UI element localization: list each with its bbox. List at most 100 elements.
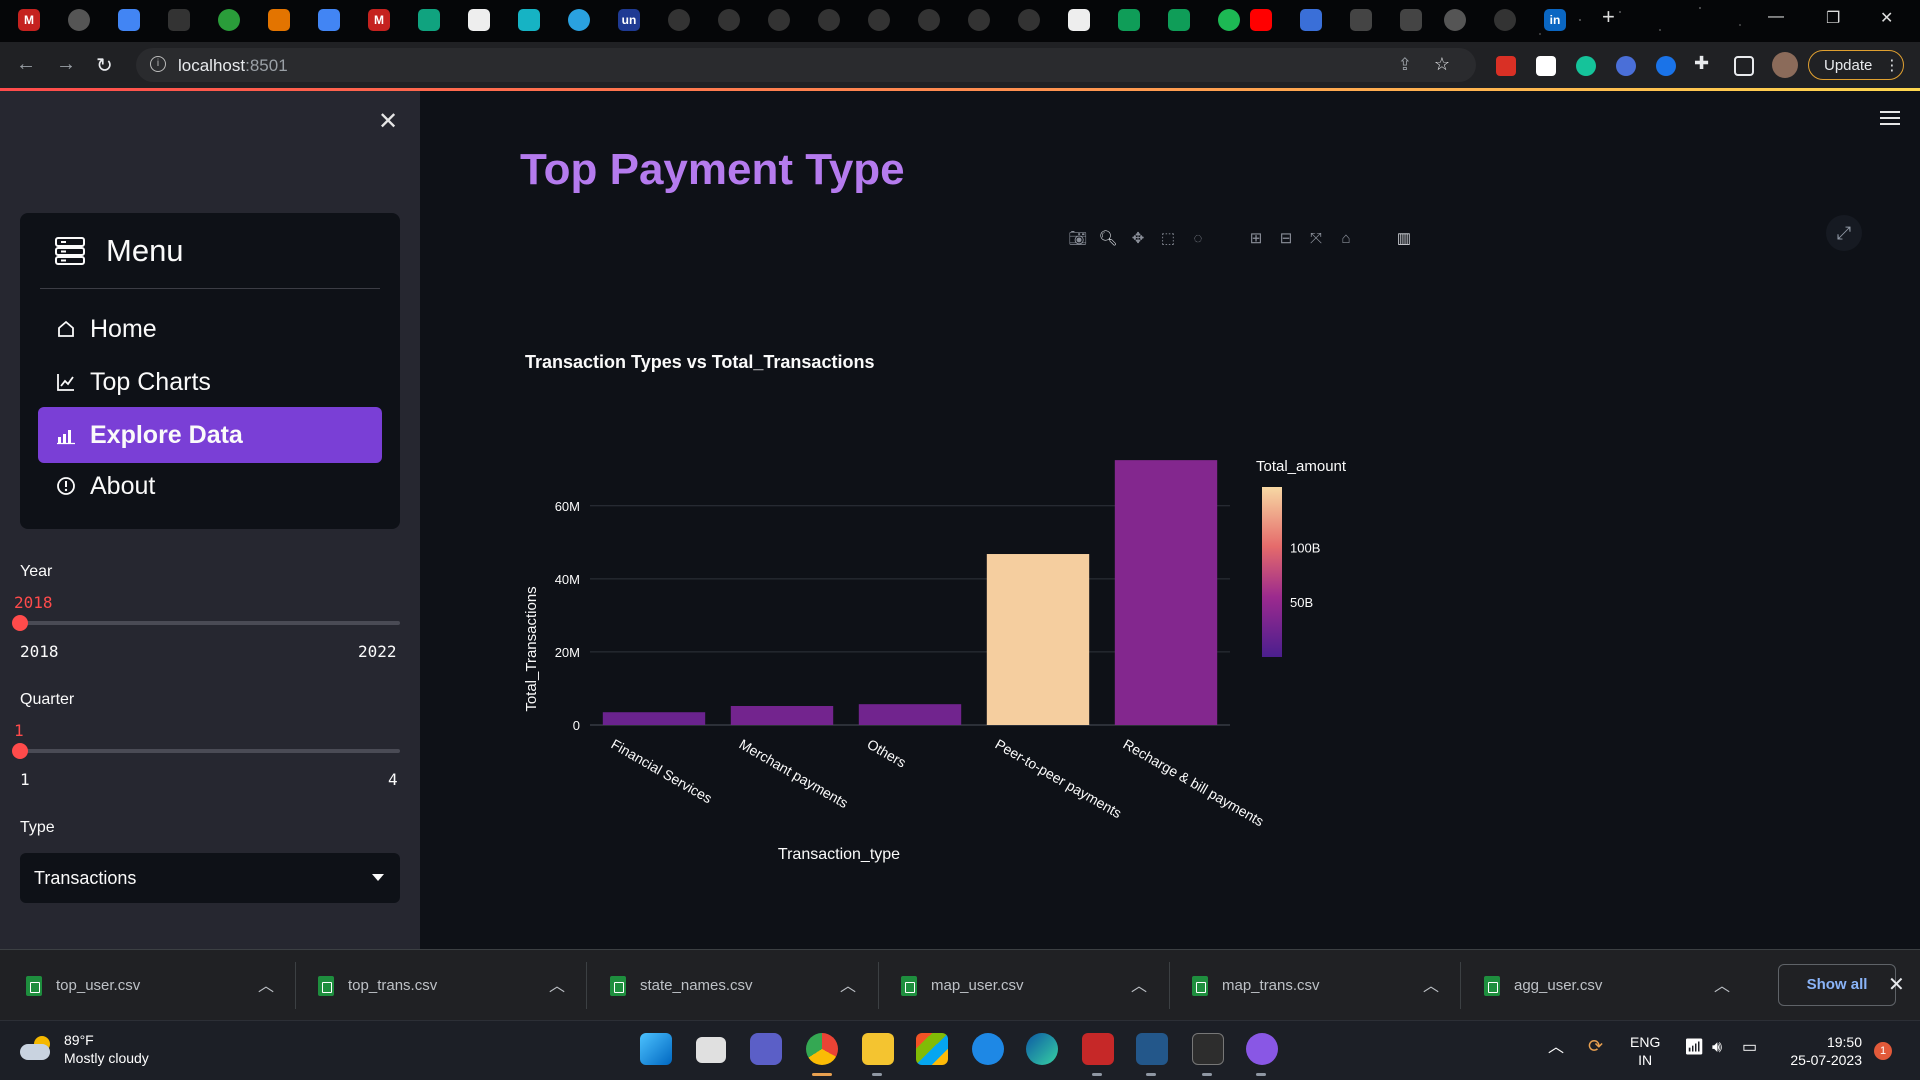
tab-icon[interactable]: un bbox=[618, 9, 640, 31]
zoom-in-icon[interactable]: ⊞ bbox=[1246, 229, 1266, 249]
autoscale-icon[interactable]: ⤧ bbox=[1306, 229, 1326, 249]
minimize-icon[interactable]: — bbox=[1768, 8, 1784, 26]
github-tab-icon[interactable] bbox=[718, 9, 740, 31]
wifi-icon[interactable]: 📶︎ bbox=[1684, 1039, 1704, 1057]
download-item[interactable]: top_trans.csv bbox=[318, 950, 437, 1021]
show-all-button[interactable]: Show all bbox=[1778, 964, 1896, 1006]
type-select[interactable]: Transactions bbox=[20, 853, 400, 903]
quarter-slider-thumb[interactable] bbox=[12, 743, 28, 759]
fullscreen-expand-icon[interactable]: ⤢ bbox=[1826, 215, 1862, 251]
microsoft-store-icon[interactable] bbox=[916, 1033, 948, 1065]
zoom-out-icon[interactable]: ⊟ bbox=[1276, 229, 1296, 249]
edge-icon[interactable] bbox=[1026, 1033, 1058, 1065]
download-item[interactable]: map_trans.csv bbox=[1192, 950, 1320, 1021]
chevron-up-icon[interactable]: ︿ bbox=[1131, 972, 1147, 996]
tab-icon[interactable] bbox=[518, 9, 540, 31]
app-icon[interactable] bbox=[1082, 1033, 1114, 1065]
battery-icon[interactable]: ▭ bbox=[1742, 1039, 1757, 1057]
github-desktop-icon[interactable] bbox=[1246, 1033, 1278, 1065]
close-sidebar-icon[interactable]: ✕ bbox=[378, 107, 398, 136]
clock[interactable]: 19:50 25-07-2023 bbox=[1782, 1033, 1862, 1069]
globe-tab-icon[interactable] bbox=[1444, 9, 1466, 31]
globe-tab-icon[interactable] bbox=[68, 9, 90, 31]
start-windows-icon[interactable] bbox=[640, 1033, 672, 1065]
chevron-up-icon[interactable]: ︿ bbox=[549, 972, 565, 996]
github-tab-icon[interactable] bbox=[868, 9, 890, 31]
back-arrow-icon[interactable]: ← bbox=[16, 53, 36, 76]
lasso-icon[interactable]: ◌ bbox=[1188, 229, 1208, 249]
update-button[interactable]: Update ⋮ bbox=[1808, 50, 1904, 80]
close-downloads-icon[interactable]: ✕ bbox=[1888, 972, 1905, 997]
bar[interactable] bbox=[1114, 460, 1218, 725]
task-view-icon[interactable] bbox=[696, 1037, 726, 1063]
tab-icon[interactable] bbox=[1350, 9, 1372, 31]
github-tab-icon[interactable] bbox=[918, 9, 940, 31]
notification-badge[interactable]: 1 bbox=[1874, 1042, 1892, 1060]
volume-icon[interactable]: 🔊︎ bbox=[1712, 1039, 1722, 1057]
download-item[interactable]: state_names.csv bbox=[610, 950, 753, 1021]
pan-icon[interactable]: ✥ bbox=[1128, 229, 1148, 249]
mysql-workbench-icon[interactable] bbox=[1136, 1033, 1168, 1065]
tab-icon[interactable] bbox=[1218, 9, 1240, 31]
zoom-icon[interactable]: 🔍︎ bbox=[1098, 229, 1118, 249]
github-tab-icon[interactable] bbox=[818, 9, 840, 31]
docs-tab-icon[interactable] bbox=[118, 9, 140, 31]
download-item[interactable]: agg_user.csv bbox=[1484, 950, 1602, 1021]
github-tab-icon[interactable] bbox=[968, 9, 990, 31]
extension-icon[interactable] bbox=[1536, 56, 1556, 76]
close-window-icon[interactable]: ✕ bbox=[1880, 8, 1893, 28]
sync-icon[interactable]: ⟳ bbox=[1588, 1037, 1603, 1055]
camera-icon[interactable]: 📷︎ bbox=[1068, 229, 1088, 249]
year-slider-track[interactable] bbox=[20, 621, 400, 625]
github-tab-icon[interactable] bbox=[768, 9, 790, 31]
share-icon[interactable]: ⇪ bbox=[1398, 55, 1412, 75]
teams-chat-icon[interactable] bbox=[750, 1033, 782, 1065]
new-tab-icon[interactable]: + bbox=[1602, 4, 1615, 30]
reset-axes-home-icon[interactable]: ⌂ bbox=[1336, 229, 1356, 249]
gmail-tab-icon[interactable]: M bbox=[18, 9, 40, 31]
plotly-logo-icon[interactable]: ▥ bbox=[1394, 229, 1414, 249]
drive-tab-icon[interactable] bbox=[1118, 9, 1140, 31]
menu-item-top-charts[interactable]: Top Charts bbox=[38, 356, 382, 408]
docs-tab-icon[interactable] bbox=[318, 9, 340, 31]
download-item[interactable]: map_user.csv bbox=[901, 950, 1024, 1021]
puzzle-extensions-icon[interactable]: ✚ bbox=[1694, 53, 1709, 74]
chevron-up-tray-icon[interactable]: ︿ bbox=[1548, 1039, 1564, 1057]
tab-icon[interactable] bbox=[1300, 9, 1322, 31]
extension-icon[interactable] bbox=[1496, 56, 1516, 76]
youtube-tab-icon[interactable] bbox=[1250, 9, 1272, 31]
gmail-tab-icon[interactable]: M bbox=[368, 9, 390, 31]
telegram-tab-icon[interactable] bbox=[568, 9, 590, 31]
side-panel-icon[interactable] bbox=[1734, 56, 1754, 76]
reload-icon[interactable]: ↻ bbox=[96, 53, 113, 78]
chevron-up-icon[interactable]: ︿ bbox=[1714, 972, 1730, 996]
hamburger-menu-icon[interactable] bbox=[1880, 111, 1900, 129]
github-tab-icon[interactable] bbox=[1018, 9, 1040, 31]
help-icon[interactable] bbox=[972, 1033, 1004, 1065]
extension-icon[interactable] bbox=[1616, 56, 1636, 76]
bar[interactable] bbox=[730, 706, 834, 725]
github-tab-icon[interactable] bbox=[1494, 9, 1516, 31]
file-explorer-icon[interactable] bbox=[862, 1033, 894, 1065]
bar[interactable] bbox=[602, 712, 706, 725]
language-indicator[interactable]: ENG IN bbox=[1630, 1033, 1660, 1069]
bar[interactable] bbox=[858, 704, 962, 725]
forward-arrow-icon[interactable]: → bbox=[56, 53, 76, 76]
chevron-up-icon[interactable]: ︿ bbox=[840, 972, 856, 996]
year-slider-thumb[interactable] bbox=[12, 615, 28, 631]
tab-icon[interactable] bbox=[468, 9, 490, 31]
tab-icon[interactable] bbox=[268, 9, 290, 31]
box-select-icon[interactable]: ⬚ bbox=[1158, 229, 1178, 249]
bar[interactable] bbox=[986, 554, 1090, 725]
url-input[interactable]: i localhost:8501 ⇪ ☆ bbox=[136, 48, 1476, 82]
download-item[interactable]: top_user.csv bbox=[26, 950, 140, 1021]
github-tab-icon[interactable] bbox=[668, 9, 690, 31]
menu-item-about[interactable]: About bbox=[38, 460, 382, 512]
chrome-icon[interactable] bbox=[806, 1033, 838, 1065]
site-info-icon[interactable]: i bbox=[150, 56, 166, 72]
bookmark-star-icon[interactable]: ☆ bbox=[1434, 54, 1450, 75]
grammarly-icon[interactable] bbox=[1576, 56, 1596, 76]
profile-avatar[interactable] bbox=[1772, 52, 1798, 78]
tab-icon[interactable] bbox=[218, 9, 240, 31]
chevron-up-icon[interactable]: ︿ bbox=[1423, 972, 1439, 996]
